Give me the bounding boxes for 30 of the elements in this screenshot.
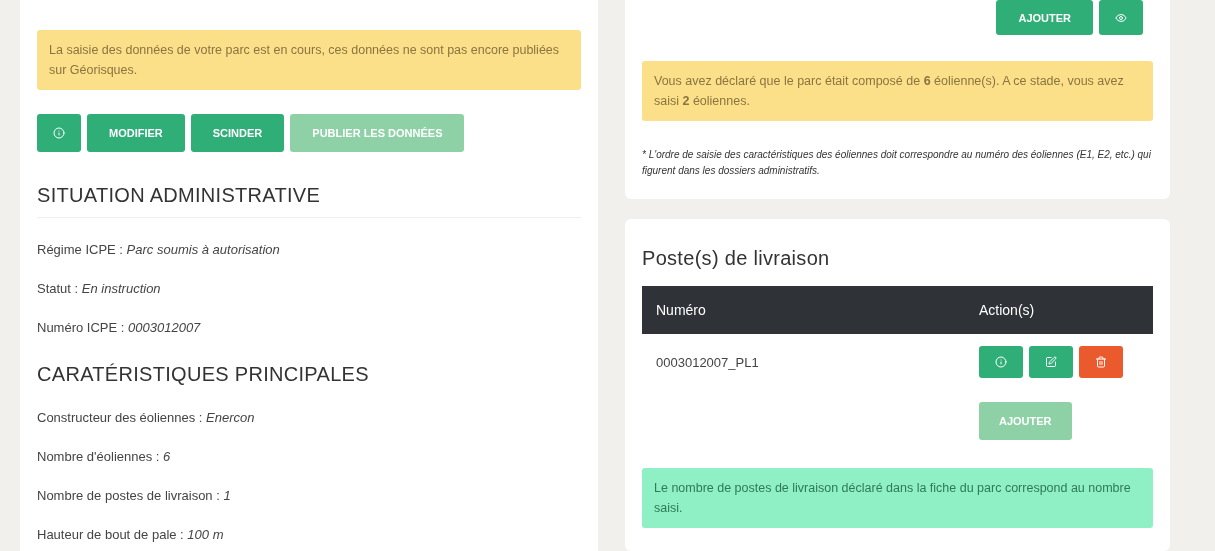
info-icon <box>53 127 65 139</box>
section-heading: Poste(s) de livraison <box>642 247 831 270</box>
delete-button[interactable] <box>1079 346 1123 378</box>
field-text: Statut : En instruction <box>37 281 162 296</box>
column-header: Numéro <box>642 286 965 334</box>
success-alert: Le nombre de postes de livraison déclaré dans la fiche du parc correspond au nombre saisi. <box>642 468 1153 528</box>
field-text: Régime ICPE : Parc soumis à autorisation <box>37 242 281 257</box>
section-heading: SITUATION ADMINISTRATIVE <box>37 184 581 218</box>
edit-button[interactable] <box>1029 346 1073 378</box>
field-text: Nombre d'éoliennes : 6 <box>37 449 172 464</box>
field-text: Hauteur de bout de pale : 100 m <box>37 527 225 542</box>
eye-icon <box>1115 11 1127 24</box>
column-header: Action(s) <box>965 286 1153 334</box>
warning-alert: Vous avez déclaré que le parc était composé de 6 éolienne(s). A ce stade, vous avez saisi 2 éoliennes. <box>642 61 1153 121</box>
view-button[interactable] <box>1099 0 1143 35</box>
trash-icon <box>1095 356 1107 368</box>
edit-icon <box>1045 356 1057 368</box>
info-alert: La saisie des données de votre parc est en cours, ces données ne sont pas encore publiées sur Géorisques. <box>37 30 581 90</box>
info-button[interactable] <box>979 346 1023 378</box>
info-button[interactable] <box>37 114 81 152</box>
info-icon <box>995 356 1007 368</box>
field-text: Numéro ICPE : 0003012007 <box>37 320 202 335</box>
table-cell: 0003012007_PL1 <box>642 334 965 390</box>
action-button[interactable]: MODIFIER <box>87 114 185 152</box>
field-text: Constructeur des éoliennes : Enercon <box>37 410 256 425</box>
section-heading: CARATÉRISTIQUES PRINCIPALES <box>37 363 370 386</box>
footnote: * L'ordre de saisie des caractéristiques des éoliennes doit correspondre au numéro des éoliennes (E1, E2, etc.) qui figurent dans les dossiers administratifs. <box>642 148 1152 178</box>
action-button[interactable]: AJOUTER <box>996 0 1093 35</box>
field-text: Nombre de postes de livraison : 1 <box>37 488 232 503</box>
action-button[interactable]: SCINDER <box>190 114 285 152</box>
